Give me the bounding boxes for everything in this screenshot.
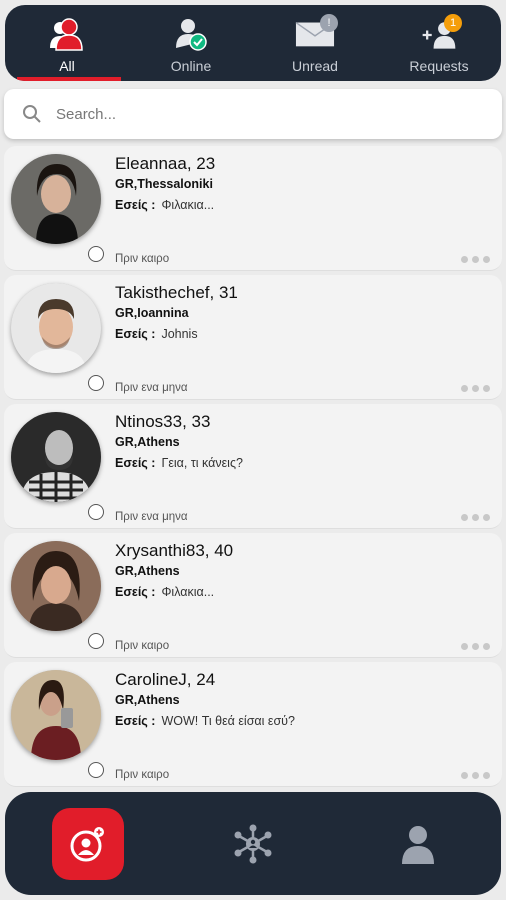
contact-location: GR,Ioannina [115,306,189,320]
online-status-indicator [88,375,104,391]
conversation-item[interactable]: Ntinos33, 33 GR,Athens Εσείς : Γεια, τι κ… [4,404,502,529]
contact-name: Xrysanthi83, 40 [115,541,234,560]
contact-name: Ntinos33, 33 [115,412,211,431]
message-time: Πριν καιρο [115,769,170,781]
requests-badge: 1 [444,14,462,32]
unread-badge: ! [320,14,338,32]
tab-unread-label: Unread [292,58,338,74]
tab-requests[interactable]: 1 Requests [377,5,501,81]
conversation-item[interactable]: Eleannaa, 23 GR,Thessaloniki Εσείς : Φιλα… [4,146,502,271]
avatar[interactable] [11,154,101,244]
nav-profile-button[interactable] [382,808,454,880]
network-icon [234,824,272,863]
nav-network-button[interactable] [217,808,289,880]
top-tab-bar: All Online ! Unread 1 Requests [5,5,501,81]
tab-all-label: All [59,58,75,74]
online-status-indicator [88,246,104,262]
users-icon [47,18,87,54]
online-status-indicator [88,633,104,649]
conversation-item[interactable]: Takisthechef, 31 GR,Ioannina Εσείς : John… [4,275,502,400]
message-sender: Εσείς : [115,198,156,212]
message-time: Πριν ενα μηνα [115,382,188,394]
conversation-item[interactable]: CarolineJ, 24 GR,Athens Εσείς : WOW! Τι θ… [4,662,502,787]
search-bar [4,89,502,139]
contact-name: Takisthechef, 31 [115,283,238,302]
online-status-indicator [88,762,104,778]
message-time: Πριν καιρο [115,640,170,652]
tab-online[interactable]: Online [129,5,253,81]
search-icon [23,105,41,123]
contact-location: GR,Thessaloniki [115,177,213,191]
add-user-icon: 1 [419,14,462,54]
bottom-nav-bar [5,792,501,895]
contact-location: GR,Athens [115,564,180,578]
tab-online-label: Online [170,58,212,74]
avatar[interactable] [11,670,101,760]
message-sender: Εσείς : [115,585,156,599]
user-online-icon [171,18,211,54]
envelope-icon: ! [295,14,338,54]
message-sender: Εσείς : [115,327,156,341]
message-text: Φιλακια... [161,585,215,599]
contact-location: GR,Athens [115,693,180,707]
message-text: Γεια, τι κάνεις? [161,456,243,470]
more-options-icon[interactable] [461,514,490,521]
tab-all[interactable]: All [5,5,129,81]
more-options-icon[interactable] [461,643,490,650]
message-text: Φιλακια... [161,198,215,212]
message-sender: Εσείς : [115,456,156,470]
last-message: Εσείς : WOW! Τι θεά είσαι εσύ? [115,714,295,728]
profile-icon [402,825,435,864]
message-text: WOW! Τι θεά είσαι εσύ? [161,714,295,728]
last-message: Εσείς : Φιλακια... [115,198,214,212]
avatar[interactable] [11,283,101,373]
tab-requests-label: Requests [409,58,469,74]
tab-unread[interactable]: ! Unread [253,5,377,81]
avatar[interactable] [11,412,101,502]
online-status-indicator [88,504,104,520]
contact-location: GR,Athens [115,435,180,449]
more-options-icon[interactable] [461,385,490,392]
message-sender: Εσείς : [115,714,156,728]
more-options-icon[interactable] [461,772,490,779]
chat-user-icon [70,826,104,861]
conversation-item[interactable]: Xrysanthi83, 40 GR,Athens Εσείς : Φιλακια… [4,533,502,658]
conversation-list: Eleannaa, 23 GR,Thessaloniki Εσείς : Φιλα… [4,146,502,791]
last-message: Εσείς : Johnis [115,327,198,341]
last-message: Εσείς : Φιλακια... [115,585,214,599]
contact-name: Eleannaa, 23 [115,154,216,173]
nav-chats-button[interactable] [51,807,124,880]
message-text: Johnis [161,327,198,341]
search-input[interactable] [56,105,476,123]
message-time: Πριν ενα μηνα [115,511,188,523]
avatar[interactable] [11,541,101,631]
more-options-icon[interactable] [461,256,490,263]
message-time: Πριν καιρο [115,253,170,265]
last-message: Εσείς : Γεια, τι κάνεις? [115,456,243,470]
contact-name: CarolineJ, 24 [115,670,216,689]
